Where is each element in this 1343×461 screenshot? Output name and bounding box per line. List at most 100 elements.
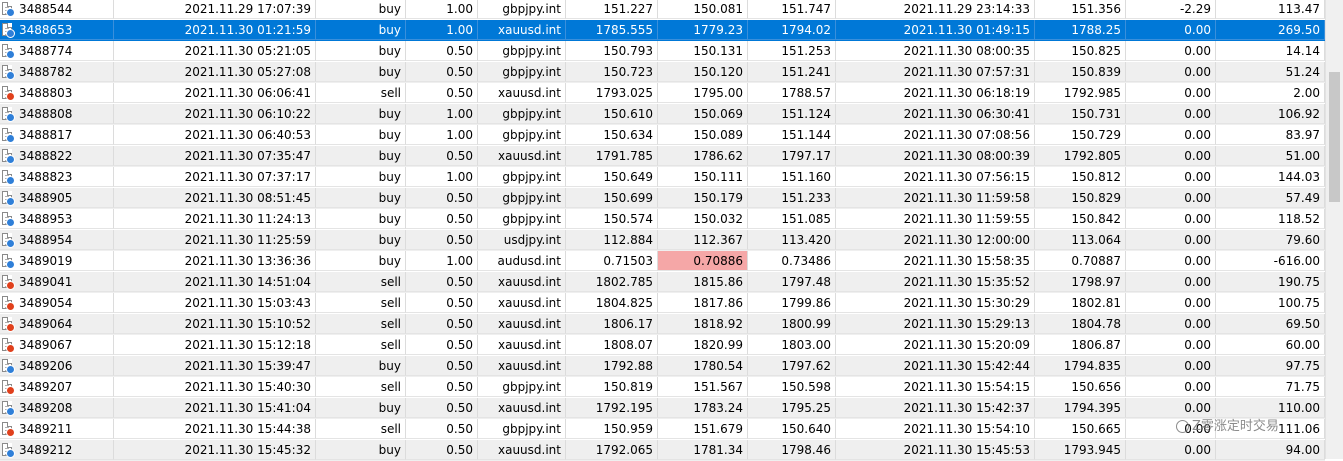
order-document-icon xyxy=(2,86,15,101)
cell-open-time: 2021.11.30 11:25:59 xyxy=(114,230,316,250)
table-row[interactable]: 3489067 2021.11.30 15:12:18 sell 0.50 xauusd… xyxy=(0,335,1325,356)
cell-symbol: gbpjpy.int xyxy=(478,377,566,397)
cell-tp: 0.73486 xyxy=(748,251,836,271)
cell-type: buy xyxy=(316,146,406,166)
cell-profit: 14.14 xyxy=(1216,41,1325,61)
cell-ticket: 3488953 xyxy=(0,209,114,229)
table-row[interactable]: 3489207 2021.11.30 15:40:30 sell 0.50 gbpjpy… xyxy=(0,377,1325,398)
cell-open-time: 2021.11.29 17:07:39 xyxy=(114,0,316,19)
cell-symbol: gbpjpy.int xyxy=(478,209,566,229)
cell-ticket: 3489041 xyxy=(0,272,114,292)
scrollbar-thumb[interactable] xyxy=(1329,72,1340,202)
cell-symbol: usdjpy.int xyxy=(478,230,566,250)
ticket-number: 3489211 xyxy=(19,422,73,436)
cell-symbol: gbpjpy.int xyxy=(478,104,566,124)
cell-symbol: xauusd.int xyxy=(478,314,566,334)
cell-swap: 0.00 xyxy=(1126,251,1216,271)
table-row[interactable]: 3489208 2021.11.30 15:41:04 buy 0.50 xauusd.… xyxy=(0,398,1325,419)
cell-type: buy xyxy=(316,398,406,418)
cell-close-time: 2021.11.30 07:57:31 xyxy=(836,62,1035,82)
vertical-scrollbar[interactable] xyxy=(1325,0,1343,459)
cell-swap: 0.00 xyxy=(1126,293,1216,313)
table-row[interactable]: 3488953 2021.11.30 11:24:13 buy 0.50 gbpjpy.… xyxy=(0,209,1325,230)
ticket-number: 3489054 xyxy=(19,296,73,310)
cell-price: 112.884 xyxy=(566,230,658,250)
table-row[interactable]: 3489019 2021.11.30 13:36:36 buy 1.00 audusd.… xyxy=(0,251,1325,272)
cell-type: sell xyxy=(316,314,406,334)
cell-profit: 57.49 xyxy=(1216,188,1325,208)
cell-swap: 0.00 xyxy=(1126,314,1216,334)
cell-close-price: 150.842 xyxy=(1035,209,1126,229)
order-document-icon xyxy=(2,338,15,353)
cell-close-price: 1806.87 xyxy=(1035,335,1126,355)
cell-profit: 110.00 xyxy=(1216,398,1325,418)
cell-close-time: 2021.11.30 15:35:52 xyxy=(836,272,1035,292)
buy-indicator-icon xyxy=(6,239,15,248)
buy-indicator-icon xyxy=(6,29,15,38)
cell-ticket: 3489211 xyxy=(0,419,114,439)
cell-sl: 151.567 xyxy=(658,377,748,397)
table-row[interactable]: 3488653 2021.11.30 01:21:59 buy 1.00 xauusd.… xyxy=(0,20,1325,41)
table-row[interactable]: 3488544 2021.11.29 17:07:39 buy 1.00 gbpjpy.… xyxy=(0,0,1325,20)
cell-tp: 1797.62 xyxy=(748,356,836,376)
cell-ticket: 3488822 xyxy=(0,146,114,166)
cell-tp: 1797.48 xyxy=(748,272,836,292)
cell-size: 0.50 xyxy=(406,209,478,229)
cell-price: 150.723 xyxy=(566,62,658,82)
table-row[interactable]: 3488774 2021.11.30 05:21:05 buy 0.50 gbpjpy.… xyxy=(0,41,1325,62)
cell-ticket: 3489208 xyxy=(0,398,114,418)
table-row[interactable]: 3488817 2021.11.30 06:40:53 buy 1.00 gbpjpy.… xyxy=(0,125,1325,146)
table-row[interactable]: 3488808 2021.11.30 06:10:22 buy 1.00 gbpjpy.… xyxy=(0,104,1325,125)
cell-swap: 0.00 xyxy=(1126,272,1216,292)
cell-sl: 150.081 xyxy=(658,0,748,19)
table-row[interactable]: 3489212 2021.11.30 15:45:32 buy 0.50 xauusd.… xyxy=(0,440,1325,461)
cell-open-time: 2021.11.30 15:45:32 xyxy=(114,440,316,460)
order-document-icon xyxy=(2,128,15,143)
table-row[interactable]: 3489064 2021.11.30 15:10:52 sell 0.50 xauusd… xyxy=(0,314,1325,335)
cell-ticket: 3488905 xyxy=(0,188,114,208)
table-row[interactable]: 3488803 2021.11.30 06:06:41 sell 0.50 xauusd… xyxy=(0,83,1325,104)
ticket-number: 3488803 xyxy=(19,86,73,100)
cell-profit: 106.92 xyxy=(1216,104,1325,124)
cell-close-time: 2021.11.30 08:00:39 xyxy=(836,146,1035,166)
cell-symbol: xauusd.int xyxy=(478,335,566,355)
table-row[interactable]: 3488822 2021.11.30 07:35:47 buy 0.50 xauusd.… xyxy=(0,146,1325,167)
cell-price: 1791.785 xyxy=(566,146,658,166)
cell-type: buy xyxy=(316,209,406,229)
table-row[interactable]: 3489041 2021.11.30 14:51:04 sell 0.50 xauusd… xyxy=(0,272,1325,293)
cell-symbol: xauusd.int xyxy=(478,83,566,103)
cell-symbol: gbpjpy.int xyxy=(478,41,566,61)
cell-sl: 150.069 xyxy=(658,104,748,124)
cell-size: 0.50 xyxy=(406,62,478,82)
cell-ticket: 3488823 xyxy=(0,167,114,187)
cell-close-price: 150.829 xyxy=(1035,188,1126,208)
cell-close-price: 1793.945 xyxy=(1035,440,1126,460)
cell-open-time: 2021.11.30 13:36:36 xyxy=(114,251,316,271)
cell-profit: 113.47 xyxy=(1216,0,1325,19)
cell-close-price: 150.812 xyxy=(1035,167,1126,187)
ticket-number: 3488774 xyxy=(19,44,73,58)
cell-open-time: 2021.11.30 15:41:04 xyxy=(114,398,316,418)
cell-swap: 0.00 xyxy=(1126,104,1216,124)
order-document-icon xyxy=(2,149,15,164)
table-row[interactable]: 3489206 2021.11.30 15:39:47 buy 0.50 xauusd.… xyxy=(0,356,1325,377)
cell-swap: -2.29 xyxy=(1126,0,1216,19)
cell-size: 0.50 xyxy=(406,377,478,397)
cell-size: 0.50 xyxy=(406,419,478,439)
table-row[interactable]: 3488905 2021.11.30 08:51:45 buy 0.50 gbpjpy.… xyxy=(0,188,1325,209)
sell-indicator-icon xyxy=(6,92,15,101)
cell-type: sell xyxy=(316,272,406,292)
table-row[interactable]: 3488823 2021.11.30 07:37:17 buy 1.00 gbpjpy.… xyxy=(0,167,1325,188)
table-row[interactable]: 3488782 2021.11.30 05:27:08 buy 0.50 gbpjpy.… xyxy=(0,62,1325,83)
cell-type: sell xyxy=(316,83,406,103)
cell-symbol: xauusd.int xyxy=(478,440,566,460)
table-row[interactable]: 3489211 2021.11.30 15:44:38 sell 0.50 gbpjpy… xyxy=(0,419,1325,440)
table-row[interactable]: 3488954 2021.11.30 11:25:59 buy 0.50 usdjpy.… xyxy=(0,230,1325,251)
table-row[interactable]: 3489054 2021.11.30 15:03:43 sell 0.50 xauusd… xyxy=(0,293,1325,314)
order-document-icon xyxy=(2,212,15,227)
cell-tp: 151.747 xyxy=(748,0,836,19)
sell-indicator-icon xyxy=(6,386,15,395)
cell-size: 0.50 xyxy=(406,314,478,334)
cell-close-time: 2021.11.30 15:30:29 xyxy=(836,293,1035,313)
cell-close-price: 1804.78 xyxy=(1035,314,1126,334)
